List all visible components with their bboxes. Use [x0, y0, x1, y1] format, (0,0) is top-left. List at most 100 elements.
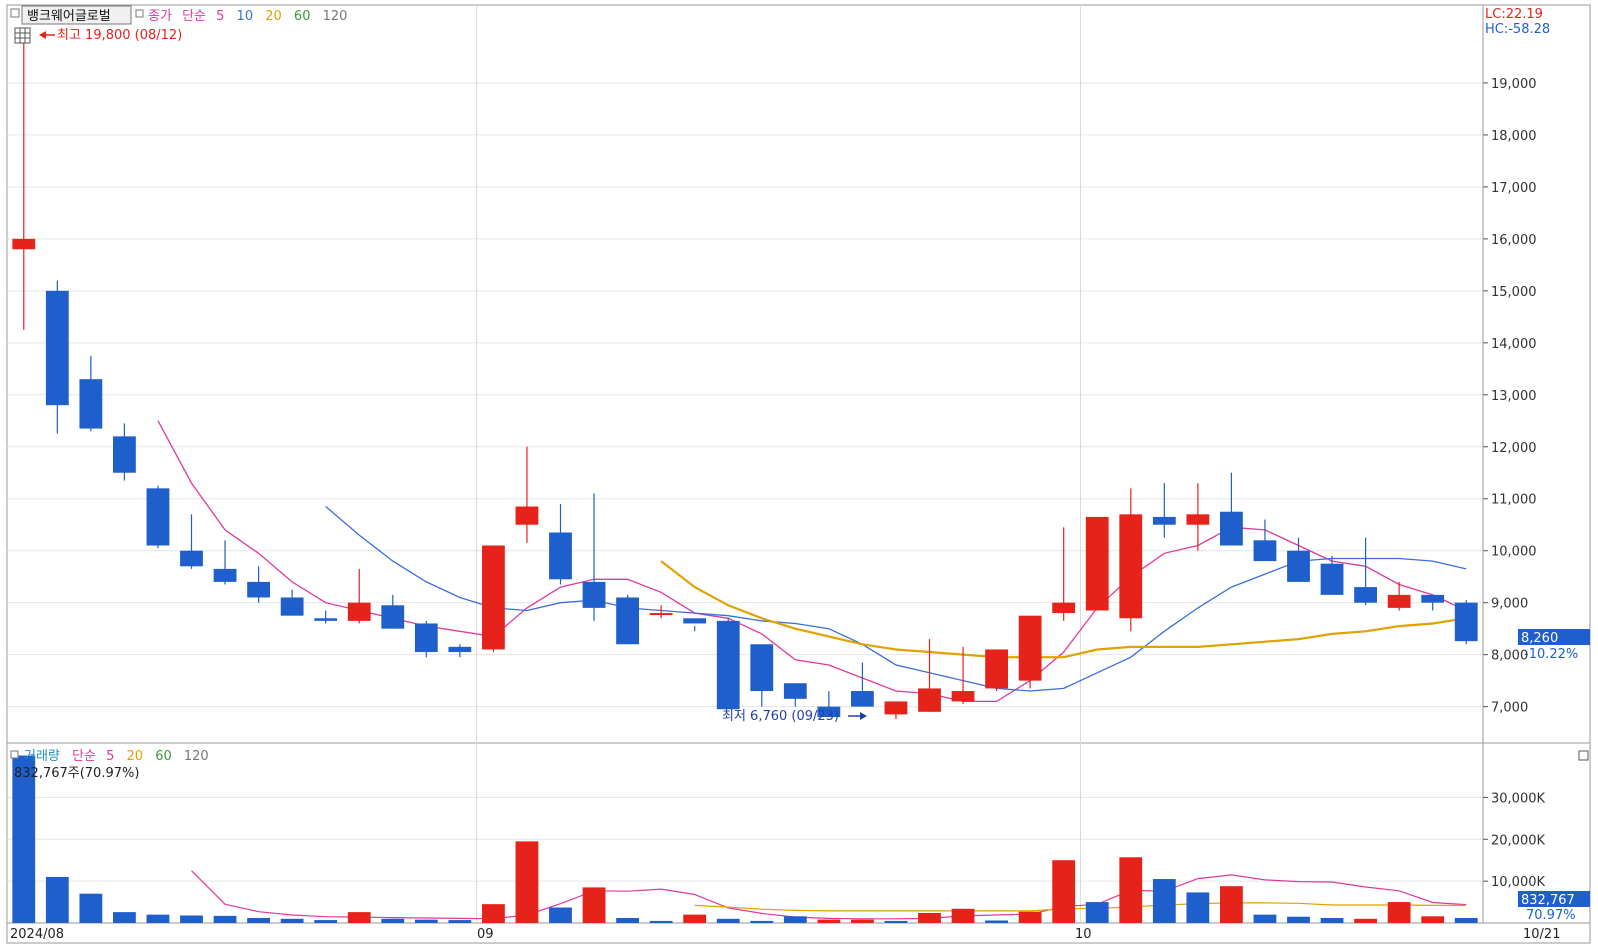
candle-body [1052, 602, 1076, 614]
candle-body [12, 238, 36, 250]
date-axis-bg [6, 922, 1591, 944]
candle-body [247, 581, 270, 598]
price-tick-label: 12,000 [1491, 441, 1537, 456]
volume-bar [683, 914, 707, 923]
volume-ma-kind: 단순 [72, 749, 96, 764]
volume-bar [1421, 916, 1445, 923]
volume-tick-label: 20,000K [1491, 833, 1545, 848]
volume-bar [549, 907, 572, 923]
volume-bar [1454, 917, 1478, 923]
candle-body [1119, 514, 1143, 619]
volume-bar [381, 918, 405, 923]
candle-body [582, 581, 606, 608]
price-tick-label: 10,000 [1491, 545, 1537, 560]
volume-bar [1220, 886, 1243, 923]
price-tick-label: 14,000 [1491, 337, 1537, 352]
volume-bar [515, 841, 539, 923]
ma-kind: 단순 [182, 9, 206, 24]
candle-body [985, 649, 1008, 689]
volume-title: 거래량 [24, 749, 60, 764]
candle-body [1085, 516, 1109, 611]
candle-body [1018, 615, 1042, 681]
volume-bar [716, 918, 740, 923]
price-tick-label: 11,000 [1491, 493, 1537, 508]
volume-bar [783, 916, 807, 923]
volume-bar [347, 912, 371, 923]
candle-body [347, 602, 371, 621]
volume-bar [1253, 914, 1277, 923]
candle-body [1287, 550, 1310, 582]
volume-tick-label: 30,000K [1491, 791, 1545, 806]
candle-body [1454, 602, 1478, 642]
ma-period-120: 120 [323, 9, 348, 24]
price-badge-change: -10.22% [1524, 647, 1578, 662]
volume-bar [951, 908, 975, 923]
candle-body [1320, 563, 1344, 595]
volume-bar [851, 919, 874, 923]
price-tick-label: 13,000 [1491, 389, 1537, 404]
volume-bar [314, 920, 338, 923]
candle-body [1354, 587, 1377, 603]
volume-bar [213, 915, 237, 923]
candle-body [45, 290, 69, 406]
candle-body [616, 597, 639, 645]
price-tick-label: 8,000 [1491, 649, 1528, 664]
date-label-sep: 09 [477, 927, 494, 942]
volume-ma-period-120: 120 [184, 749, 209, 764]
table-view-icon[interactable] [14, 27, 31, 44]
stock-chart[interactable]: 7,000 8,000 9,000 10,000 11,000 12,000 13,000 1… [0, 0, 1598, 949]
volume-bar [817, 919, 841, 923]
ma-period-10: 10 [237, 9, 254, 24]
volume-bar [482, 904, 505, 923]
candle-body [783, 683, 807, 699]
candle-body [1421, 594, 1445, 603]
volume-ma-period-20: 20 [127, 749, 144, 764]
candle-body [213, 568, 237, 582]
candle-body [683, 618, 707, 624]
menu-toggle-icon[interactable] [10, 8, 20, 18]
price-tick-label: 19,000 [1491, 77, 1537, 92]
volume-bar [280, 918, 304, 923]
date-label-end: 10/21 [1523, 927, 1560, 942]
volume-axis-ticks: 10,000K 20,000K 30,000K [1483, 791, 1545, 890]
volume-badge-value: 832,767 [1521, 893, 1575, 908]
volume-bar [1085, 902, 1109, 923]
volume-bar [1186, 892, 1210, 923]
candle-body [414, 623, 438, 653]
ma-period-20: 20 [265, 9, 282, 24]
price-tick-label: 7,000 [1491, 701, 1528, 716]
volume-bar [1320, 917, 1344, 923]
price-tick-label: 18,000 [1491, 129, 1537, 144]
price-tick-label: 17,000 [1491, 181, 1537, 196]
volume-bar [79, 893, 103, 923]
candle-body [649, 613, 673, 616]
volume-ma-period-5: 5 [106, 749, 114, 764]
price-panel-bg [6, 4, 1484, 744]
candle-body [549, 532, 572, 580]
candle-body [113, 436, 136, 473]
candle-body [280, 597, 304, 616]
volume-panel-max-icon[interactable] [1578, 750, 1589, 761]
volume-bar [448, 920, 472, 923]
candle-body [381, 605, 405, 629]
price-tick-label: 16,000 [1491, 233, 1537, 248]
candle-body [1186, 514, 1210, 525]
volume-bar [414, 919, 438, 923]
volume-bar [616, 917, 639, 923]
volume-bar [582, 887, 606, 923]
volume-bar [146, 914, 170, 923]
ma-period-5: 5 [216, 9, 224, 24]
ma-period-60: 60 [294, 9, 311, 24]
volume-bar [180, 915, 203, 923]
volume-bar [649, 920, 673, 923]
volume-bar [1287, 916, 1310, 923]
candle-body [515, 506, 539, 525]
date-label-oct: 10 [1075, 927, 1092, 942]
volume-bar [750, 920, 774, 923]
volume-menu-icon[interactable] [10, 750, 19, 759]
high-annotation-text: 최고 19,800 (08/12) [57, 28, 182, 43]
candle-body [79, 379, 103, 429]
ma-settings-icon[interactable] [135, 9, 144, 18]
volume-panel-bg [6, 742, 1484, 924]
volume-bar [45, 876, 69, 923]
